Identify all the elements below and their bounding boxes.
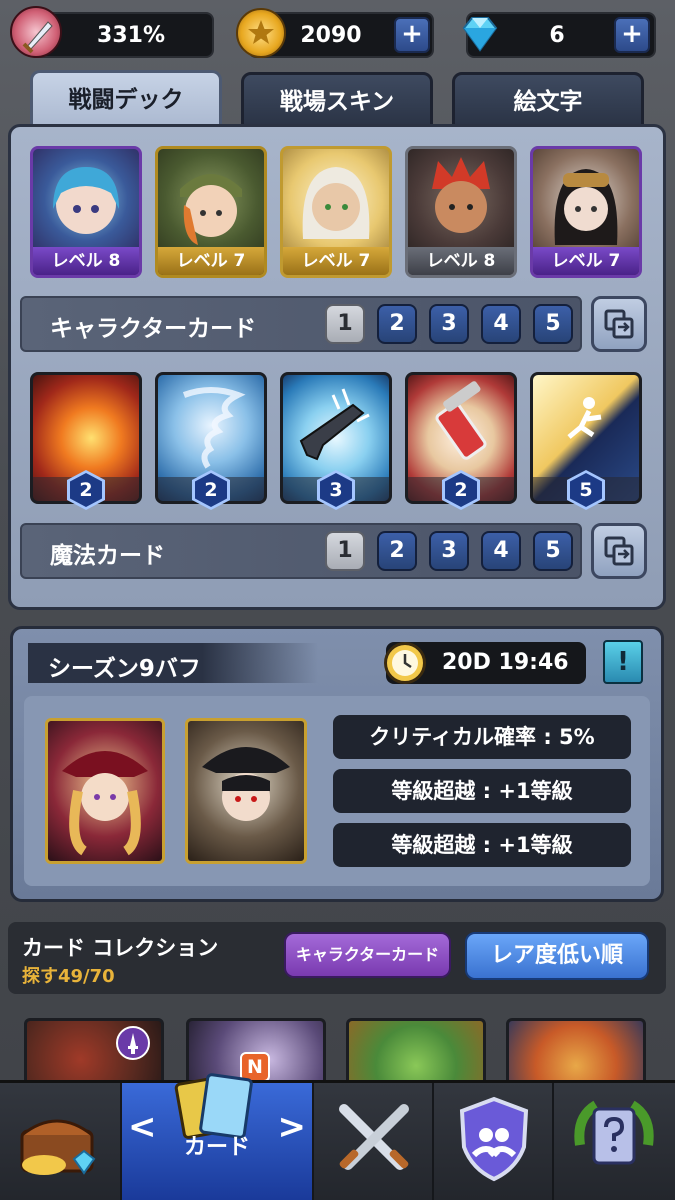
character-card-1[interactable]: レベル 8 bbox=[30, 146, 142, 278]
nav-quest[interactable] bbox=[554, 1083, 675, 1200]
nav-next-arrow[interactable]: > bbox=[278, 1107, 307, 1147]
guild-shield-icon bbox=[459, 1096, 529, 1182]
season-timer: 20D 19:46 bbox=[442, 650, 569, 675]
season-title: シーズン9バフ bbox=[48, 656, 201, 682]
tab-battle-deck[interactable]: 戦闘デック bbox=[30, 70, 222, 130]
nav-prev-arrow[interactable]: < bbox=[128, 1107, 157, 1147]
tab-emoji[interactable]: 絵文字 bbox=[452, 72, 644, 128]
treasure-chest-icon bbox=[20, 1119, 96, 1175]
character-section-label: キャラクターカード bbox=[50, 316, 257, 342]
card-level: レベル 7 bbox=[533, 247, 639, 275]
nav-cards[interactable]: カード < > bbox=[122, 1073, 314, 1200]
character-deck-4[interactable]: 4 bbox=[481, 304, 521, 344]
buff-stat-2: 等級超越 : +1等級 bbox=[333, 769, 631, 813]
clock-icon bbox=[384, 642, 426, 684]
buff-stat-3: 等級超越 : +1等級 bbox=[333, 823, 631, 867]
swap-magic-deck-button[interactable] bbox=[591, 523, 647, 579]
character-card-5[interactable]: レベル 7 bbox=[530, 146, 642, 278]
sword-icon bbox=[10, 6, 62, 58]
magic-deck-5[interactable]: 5 bbox=[533, 531, 573, 571]
swap-character-deck-button[interactable] bbox=[591, 296, 647, 352]
character-card-2[interactable]: レベル 7 bbox=[155, 146, 267, 278]
add-gold-button[interactable]: + bbox=[394, 17, 430, 53]
tab-battlefield-skin[interactable]: 戦場スキン bbox=[241, 72, 433, 128]
collection-card-4[interactable] bbox=[506, 1018, 646, 1088]
character-deck-2[interactable]: 2 bbox=[377, 304, 417, 344]
buff-stat-1: クリティカル確率 : 5% bbox=[333, 715, 631, 759]
character-card-4[interactable]: レベル 8 bbox=[405, 146, 517, 278]
gem-value: 6 bbox=[549, 22, 565, 48]
add-gem-button[interactable]: + bbox=[614, 17, 650, 53]
magic-deck-1[interactable]: 1 bbox=[325, 531, 365, 571]
character-card-3[interactable]: レベル 7 bbox=[280, 146, 392, 278]
collection-title: カード コレクション bbox=[22, 936, 219, 960]
power-value: 331% bbox=[97, 22, 165, 48]
question-card-icon bbox=[574, 1100, 654, 1165]
magic-deck-2[interactable]: 2 bbox=[377, 531, 417, 571]
gold-value: 2090 bbox=[300, 22, 362, 48]
sort-rarity-button[interactable]: レア度低い順 bbox=[465, 932, 649, 980]
swap-icon bbox=[604, 536, 634, 566]
buff-character-2[interactable] bbox=[185, 718, 307, 864]
magic-section-label: 魔法カード bbox=[50, 543, 165, 569]
swap-icon bbox=[604, 309, 634, 339]
character-deck-3[interactable]: 3 bbox=[429, 304, 469, 344]
nav-shop[interactable] bbox=[0, 1083, 122, 1200]
character-deck-1[interactable]: 1 bbox=[325, 304, 365, 344]
magic-deck-3[interactable]: 3 bbox=[429, 531, 469, 571]
card-level: レベル 8 bbox=[408, 247, 514, 275]
character-card-filter-button[interactable]: キャラクターカード bbox=[284, 932, 451, 978]
dagger-icon bbox=[116, 1026, 150, 1060]
nav-guild[interactable] bbox=[434, 1083, 554, 1200]
card-level: レベル 7 bbox=[283, 247, 389, 275]
collection-progress: 探す49/70 bbox=[22, 966, 115, 987]
character-deck-5[interactable]: 5 bbox=[533, 304, 573, 344]
card-level: レベル 7 bbox=[158, 247, 264, 275]
nav-battle[interactable] bbox=[314, 1083, 434, 1200]
season-info-button[interactable]: ! bbox=[603, 640, 643, 684]
magic-deck-4[interactable]: 4 bbox=[481, 531, 521, 571]
collection-card-3[interactable] bbox=[346, 1018, 486, 1088]
coin-icon bbox=[236, 8, 286, 58]
buff-character-1[interactable] bbox=[45, 718, 165, 864]
crossed-swords-icon bbox=[339, 1104, 409, 1170]
diamond-icon bbox=[456, 10, 504, 58]
card-level: レベル 8 bbox=[33, 247, 139, 275]
